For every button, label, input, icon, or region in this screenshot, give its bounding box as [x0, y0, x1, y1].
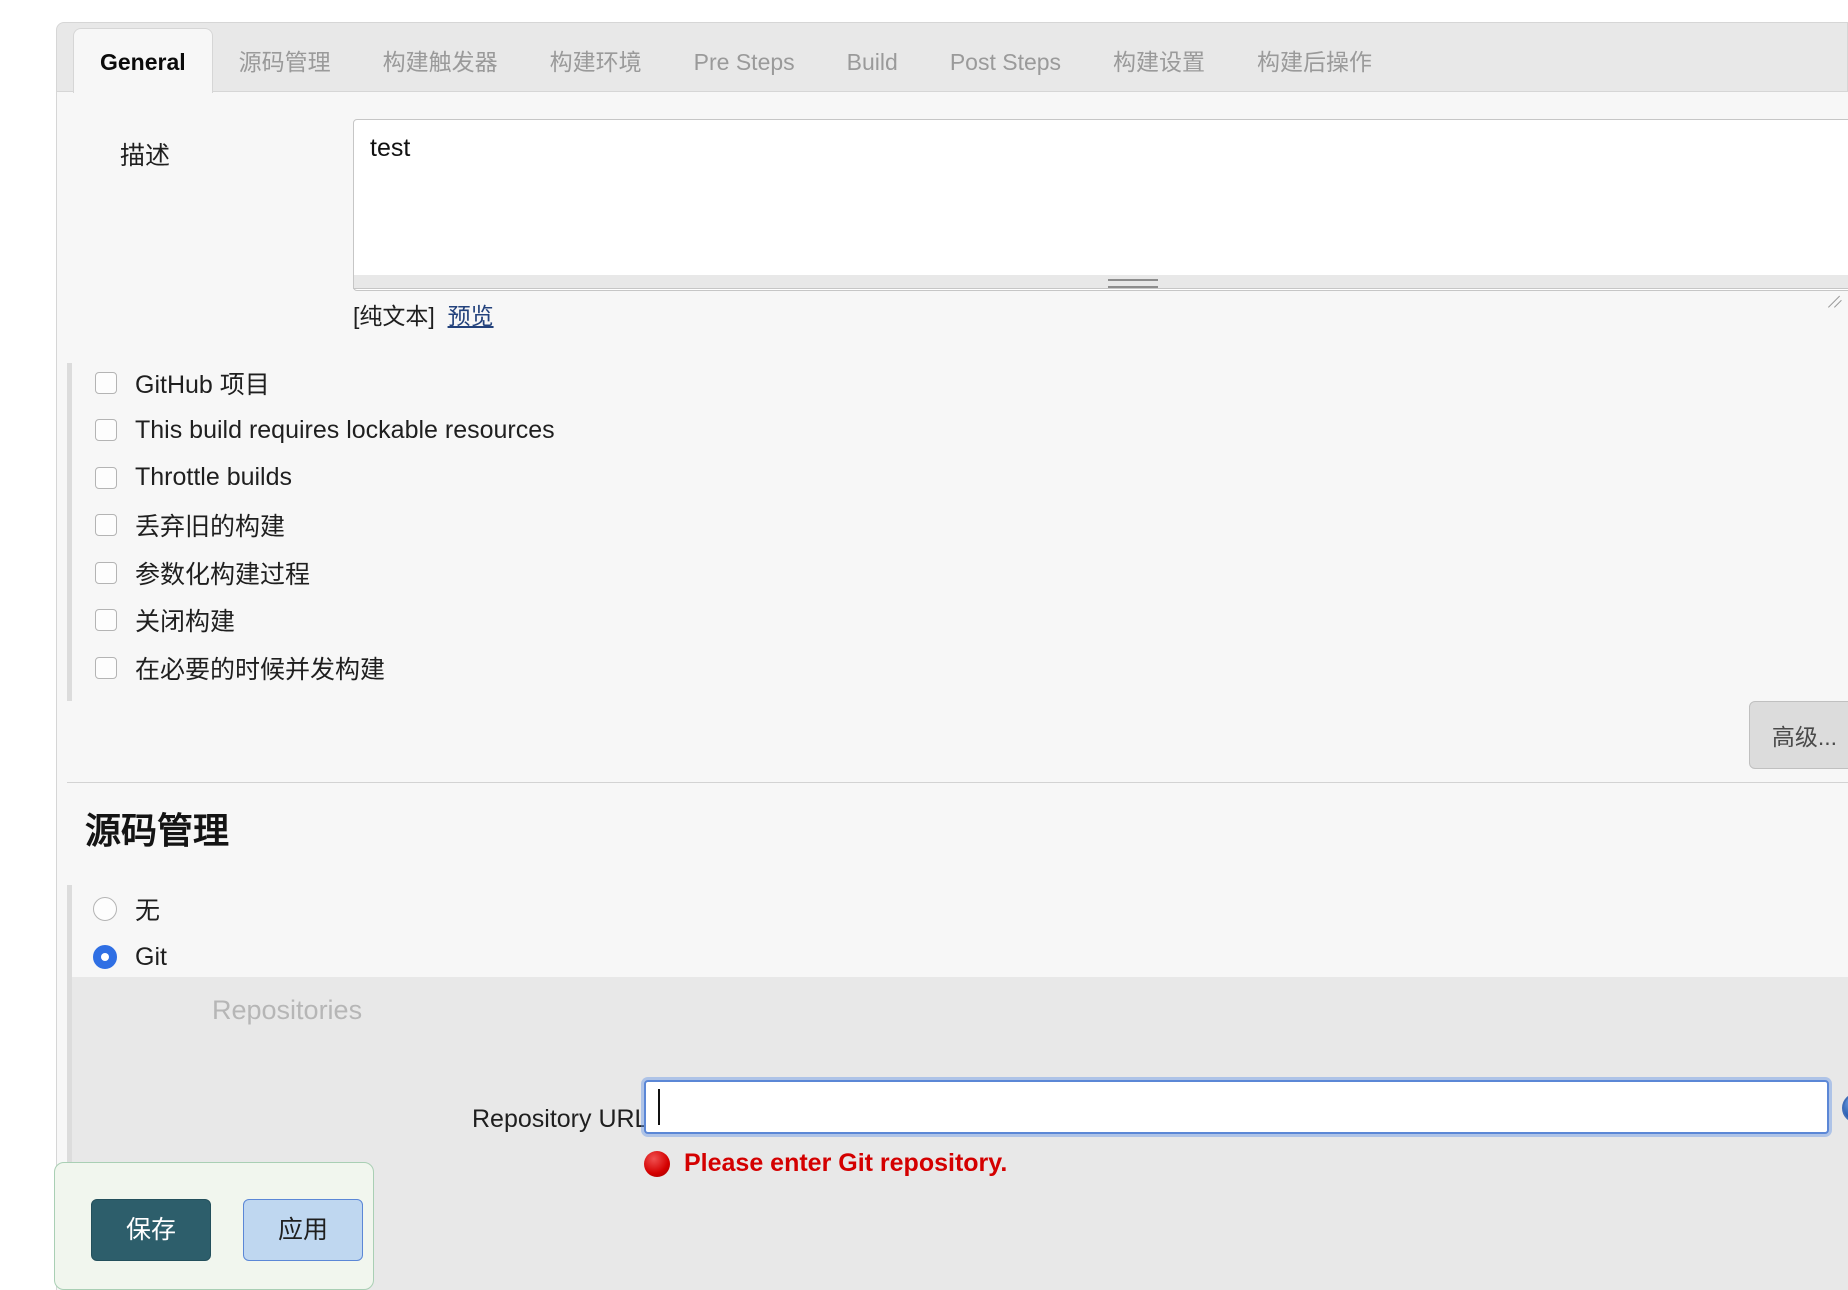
checkbox-github-project[interactable] [95, 371, 117, 394]
general-options-list: GitHub 项目 This build requires lockable r… [67, 359, 1067, 701]
advanced-button[interactable]: 高级... [1748, 701, 1848, 769]
scm-section-title: 源码管理 [85, 810, 230, 851]
tab-post-build-actions[interactable]: 构建后操作 [1231, 51, 1398, 92]
checkbox-label-discard-old-builds[interactable]: 丢弃旧的构建 [135, 507, 285, 543]
checkbox-label-throttle-builds[interactable]: Throttle builds [135, 463, 292, 492]
checkbox-label-lockable-resources[interactable]: This build requires lockable resources [135, 416, 555, 445]
tab-build[interactable]: Build [821, 51, 924, 92]
radio-scm-none[interactable] [93, 897, 117, 921]
checkbox-concurrent-builds[interactable] [95, 656, 117, 679]
repository-url-error: Please enter Git repository. [644, 1149, 1007, 1178]
checkbox-label-disable-build[interactable]: 关闭构建 [135, 602, 235, 638]
radio-label-scm-none[interactable]: 无 [135, 891, 160, 927]
floating-save-bar: 保存 应用 [54, 1162, 374, 1290]
description-preview-link[interactable]: 预览 [448, 303, 494, 329]
section-divider [67, 782, 1848, 783]
apply-button[interactable]: 应用 [243, 1199, 363, 1261]
checkbox-label-parameterized-build[interactable]: 参数化构建过程 [135, 555, 310, 591]
checkbox-label-concurrent-builds[interactable]: 在必要的时候并发构建 [135, 650, 385, 686]
radio-row-git[interactable]: Git [67, 933, 967, 981]
tab-post-steps[interactable]: Post Steps [924, 51, 1087, 92]
config-panel: 描述 [纯文本] 预览 GitHub 项目 This build require… [56, 91, 1848, 1290]
repositories-section-title: Repositories [212, 995, 363, 1025]
config-tabbar: General 源码管理 构建触发器 构建环境 Pre Steps Build … [56, 22, 1848, 93]
checkbox-disable-build[interactable] [95, 609, 117, 632]
checkbox-row-parameterized-build[interactable]: 参数化构建过程 [67, 549, 1067, 597]
tab-build-triggers[interactable]: 构建触发器 [357, 51, 524, 92]
tab-build-settings[interactable]: 构建设置 [1087, 51, 1231, 92]
radio-scm-git[interactable] [93, 945, 117, 969]
tab-build-environment[interactable]: 构建环境 [524, 51, 668, 92]
scm-radio-group: 无 Git [67, 885, 967, 1035]
tab-scm[interactable]: 源码管理 [213, 51, 357, 92]
checkbox-row-discard-old-builds[interactable]: 丢弃旧的构建 [67, 502, 1067, 550]
tab-general[interactable]: General [73, 28, 213, 93]
jenkins-job-config-page: General 源码管理 构建触发器 构建环境 Pre Steps Build … [0, 0, 1848, 1290]
radio-row-none[interactable]: 无 [67, 885, 967, 933]
checkbox-lockable-resources[interactable] [95, 419, 117, 442]
checkbox-row-concurrent-builds[interactable]: 在必要的时候并发构建 [67, 644, 1067, 692]
checkbox-discard-old-builds[interactable] [95, 514, 117, 537]
save-button[interactable]: 保存 [91, 1199, 211, 1261]
description-meta: [纯文本] 预览 [353, 297, 494, 331]
description-textarea[interactable] [353, 119, 1848, 291]
description-drag-handle[interactable] [353, 275, 1848, 289]
checkbox-row-throttle-builds[interactable]: Throttle builds [67, 454, 1067, 502]
text-caret [658, 1089, 660, 1125]
checkbox-row-github-project[interactable]: GitHub 项目 [67, 359, 1067, 407]
checkbox-row-disable-build[interactable]: 关闭构建 [67, 597, 1067, 645]
checkbox-throttle-builds[interactable] [95, 466, 117, 489]
textarea-resize-grip[interactable] [1828, 293, 1844, 309]
error-message: Please enter Git repository. [684, 1149, 1008, 1177]
radio-label-scm-git[interactable]: Git [135, 943, 167, 972]
checkbox-label-github-project[interactable]: GitHub 项目 [135, 365, 270, 401]
tab-pre-steps[interactable]: Pre Steps [668, 51, 821, 92]
repository-url-label: Repository URL [472, 1105, 649, 1133]
checkbox-row-lockable-resources[interactable]: This build requires lockable resources [67, 407, 1067, 455]
checkbox-parameterized-build[interactable] [95, 561, 117, 584]
description-label: 描述 [120, 142, 171, 170]
description-markup-type: [纯文本] [353, 303, 435, 329]
repository-url-input[interactable] [644, 1080, 1829, 1134]
help-icon[interactable]: ? [1842, 1093, 1848, 1123]
error-icon [644, 1150, 670, 1177]
